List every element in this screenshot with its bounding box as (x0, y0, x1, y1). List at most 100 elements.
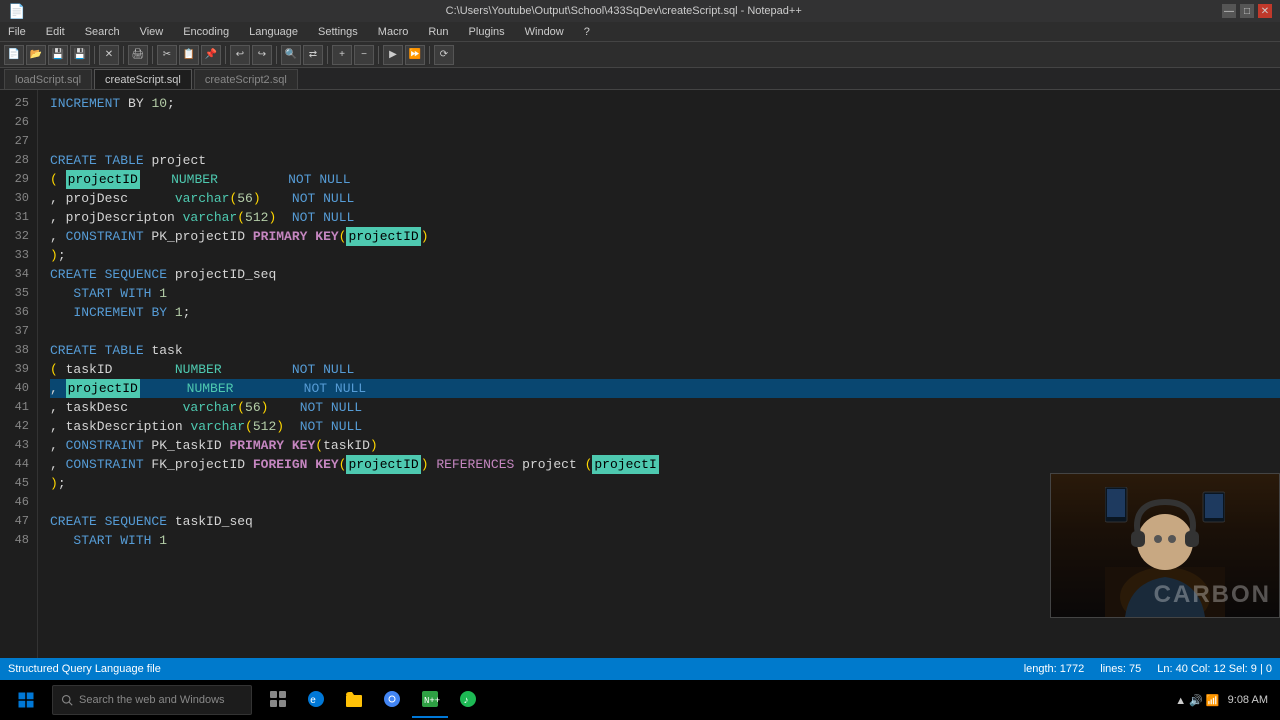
macro-btn[interactable]: ▶ (383, 45, 403, 65)
toolbar-sep-3 (152, 46, 153, 64)
redo-btn[interactable]: ↪ (252, 45, 272, 65)
taskbar-notepadpp[interactable]: N++ (412, 682, 448, 718)
save-btn[interactable]: 💾 (48, 45, 68, 65)
menu-plugins[interactable]: Plugins (465, 26, 509, 38)
tab-createscript[interactable]: createScript.sql (94, 69, 192, 89)
find-btn[interactable]: 🔍 (281, 45, 301, 65)
carbon-watermark: CARBON (1154, 581, 1271, 609)
code-line-35: START WITH 1 (50, 284, 1280, 303)
line-num-35: 35 (0, 284, 37, 303)
svg-text:e: e (310, 696, 316, 707)
tab-bar: loadScript.sql createScript.sql createSc… (0, 68, 1280, 90)
menu-edit[interactable]: Edit (42, 26, 69, 38)
window-controls[interactable]: — □ ✕ (1222, 4, 1272, 18)
editor-area[interactable]: 25 26 27 28 29 30 31 32 33 34 35 36 37 3… (0, 90, 1280, 658)
code-line-38: CREATE TABLE task (50, 341, 1280, 360)
close-btn[interactable]: ✕ (99, 45, 119, 65)
menu-search[interactable]: Search (81, 26, 124, 38)
code-line-43: , CONSTRAINT PK_taskID PRIMARY KEY(taskI… (50, 436, 1280, 455)
taskbar-edge[interactable]: e (298, 682, 334, 718)
paste-btn[interactable]: 📌 (201, 45, 221, 65)
clock: 9:08 AM (1228, 694, 1268, 706)
toolbar-sep-4 (225, 46, 226, 64)
save-all-btn[interactable]: 💾 (70, 45, 90, 65)
line-num-31: 31 (0, 208, 37, 227)
svg-text:N++: N++ (424, 696, 440, 706)
toolbar-sep-7 (378, 46, 379, 64)
webcam-video: CARBON (1051, 474, 1279, 617)
taskbar-explorer[interactable] (336, 682, 372, 718)
line-num-38: 38 (0, 341, 37, 360)
menu-settings[interactable]: Settings (314, 26, 362, 38)
code-line-31: , projDescripton varchar(512) NOT NULL (50, 208, 1280, 227)
code-line-29: ( projectID NUMBER NOT NULL (50, 170, 1280, 189)
sync-btn[interactable]: ⟳ (434, 45, 454, 65)
maximize-button[interactable]: □ (1240, 4, 1254, 18)
code-line-26 (50, 113, 1280, 132)
status-position: Ln: 40 Col: 12 Sel: 9 | 0 (1157, 663, 1272, 675)
menu-language[interactable]: Language (245, 26, 302, 38)
new-btn[interactable]: 📄 (4, 45, 24, 65)
taskbar-spotify[interactable]: ♪ (450, 682, 486, 718)
line-num-34: 34 (0, 265, 37, 284)
status-length: length: 1772 (1024, 663, 1085, 675)
copy-btn[interactable]: 📋 (179, 45, 199, 65)
line-num-25: 25 (0, 94, 37, 113)
code-line-25: INCREMENT BY 10; (50, 94, 1280, 113)
tab-createscript2[interactable]: createScript2.sql (194, 69, 298, 89)
code-line-30: , projDesc varchar(56) NOT NULL (50, 189, 1280, 208)
menu-help[interactable]: ? (580, 26, 594, 38)
undo-btn[interactable]: ↩ (230, 45, 250, 65)
toolbar-sep-2 (123, 46, 124, 64)
line-num-28: 28 (0, 151, 37, 170)
code-line-44: , CONSTRAINT FK_projectID FOREIGN KEY(pr… (50, 455, 1280, 474)
toolbar: 📄 📂 💾 💾 ✕ 🖨 ✂ 📋 📌 ↩ ↪ 🔍 ⇄ + − ▶ ⏩ ⟳ (0, 42, 1280, 68)
line-numbers: 25 26 27 28 29 30 31 32 33 34 35 36 37 3… (0, 90, 38, 658)
menu-encoding[interactable]: Encoding (179, 26, 233, 38)
line-num-47: 47 (0, 512, 37, 531)
line-num-26: 26 (0, 113, 37, 132)
taskbar-taskview[interactable] (260, 682, 296, 718)
replace-btn[interactable]: ⇄ (303, 45, 323, 65)
status-filetype: Structured Query Language file (8, 663, 161, 675)
line-num-30: 30 (0, 189, 37, 208)
macro-run-btn[interactable]: ⏩ (405, 45, 425, 65)
system-tray: ▲ 🔊 📶 (1175, 694, 1219, 707)
taskbar-right: ▲ 🔊 📶 9:08 AM (1175, 694, 1276, 707)
line-num-43: 43 (0, 436, 37, 455)
window-title: C:\Users\Youtube\Output\School\433SqDev\… (25, 5, 1222, 17)
code-line-42: , taskDescription varchar(512) NOT NULL (50, 417, 1280, 436)
taskbar-search[interactable]: Search the web and Windows (52, 685, 252, 715)
start-button[interactable] (4, 682, 48, 718)
status-lines: lines: 75 (1100, 663, 1141, 675)
menu-window[interactable]: Window (521, 26, 568, 38)
cut-btn[interactable]: ✂ (157, 45, 177, 65)
zoom-out-btn[interactable]: − (354, 45, 374, 65)
print-btn[interactable]: 🖨 (128, 45, 148, 65)
webcam-overlay: CARBON (1050, 473, 1280, 618)
open-btn[interactable]: 📂 (26, 45, 46, 65)
taskbar-chrome[interactable] (374, 682, 410, 718)
menu-file[interactable]: File (4, 26, 30, 38)
menu-view[interactable]: View (136, 26, 168, 38)
toolbar-sep-5 (276, 46, 277, 64)
close-button[interactable]: ✕ (1258, 4, 1272, 18)
line-num-45: 45 (0, 474, 37, 493)
status-right: length: 1772 lines: 75 Ln: 40 Col: 12 Se… (1024, 663, 1272, 675)
zoom-in-btn[interactable]: + (332, 45, 352, 65)
line-num-48: 48 (0, 531, 37, 550)
code-line-34: CREATE SEQUENCE projectID_seq (50, 265, 1280, 284)
code-line-32: , CONSTRAINT PK_projectID PRIMARY KEY(pr… (50, 227, 1280, 246)
line-num-27: 27 (0, 132, 37, 151)
menu-macro[interactable]: Macro (374, 26, 413, 38)
minimize-button[interactable]: — (1222, 4, 1236, 18)
toolbar-sep-6 (327, 46, 328, 64)
menu-run[interactable]: Run (424, 26, 452, 38)
line-num-36: 36 (0, 303, 37, 322)
tab-loadscript[interactable]: loadScript.sql (4, 69, 92, 89)
line-num-44: 44 (0, 455, 37, 474)
svg-text:♪: ♪ (463, 696, 469, 707)
code-line-41: , taskDesc varchar(56) NOT NULL (50, 398, 1280, 417)
toolbar-sep-1 (94, 46, 95, 64)
code-line-27 (50, 132, 1280, 151)
